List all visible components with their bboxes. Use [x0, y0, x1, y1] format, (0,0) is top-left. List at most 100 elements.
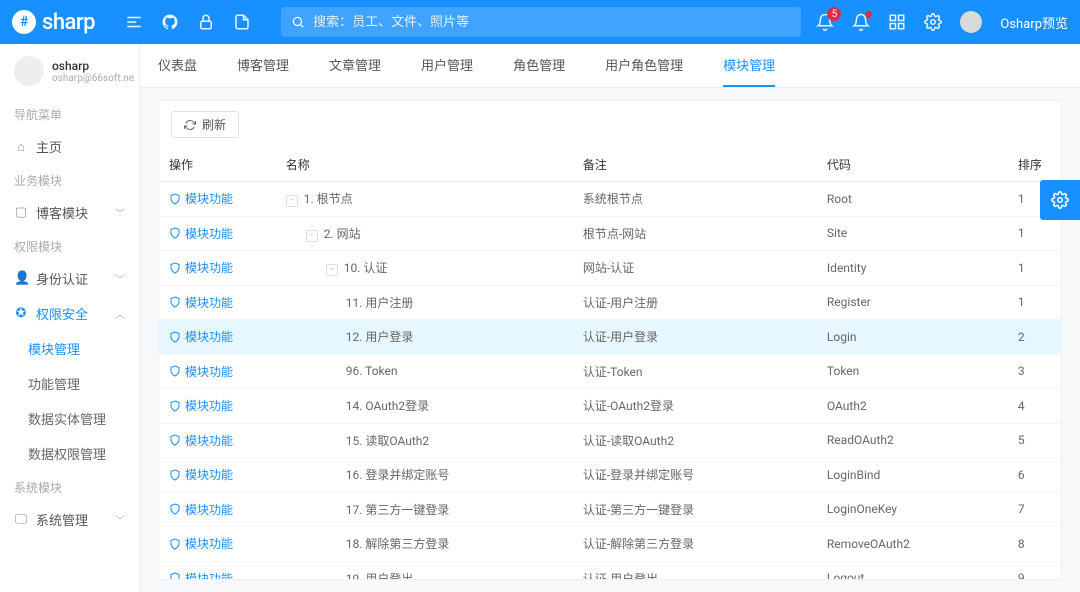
cell-code: Logout — [817, 561, 1008, 579]
alert-bell-icon[interactable] — [852, 13, 870, 31]
tab-5[interactable]: 用户角色管理 — [605, 44, 683, 87]
tab-6[interactable]: 模块管理 — [723, 44, 775, 87]
tab-4[interactable]: 角色管理 — [513, 44, 565, 87]
user-avatar[interactable] — [960, 11, 982, 33]
nav-system[interactable]: 🖵系统管理﹀ — [0, 502, 139, 537]
tab-1[interactable]: 博客管理 — [237, 44, 289, 87]
module-function-link[interactable]: 模块功能 — [169, 397, 233, 414]
tab-2[interactable]: 文章管理 — [329, 44, 381, 87]
module-function-link[interactable]: 模块功能 — [169, 328, 233, 345]
card-toolbar: 刷新 — [159, 101, 1061, 148]
cell-code: RemoveOAuth2 — [817, 527, 1008, 562]
collapse-icon[interactable]: − — [326, 264, 338, 276]
nav-security[interactable]: ✪权限安全︿ — [0, 296, 139, 331]
shield-icon — [169, 469, 181, 481]
table-row[interactable]: 模块功能96. Token认证-TokenToken3 — [159, 354, 1061, 389]
nav-data-mgmt[interactable]: 数据权限管理 — [0, 436, 139, 471]
shield-icon — [169, 262, 181, 274]
search-box[interactable] — [281, 7, 801, 37]
topbar: # sharp 5 Osharp预览 — [0, 0, 1080, 44]
shield-icon — [169, 331, 181, 343]
profile-email: osharp@66soft.ne — [52, 73, 134, 84]
table-row[interactable]: 模块功能−1. 根节点系统根节点Root1 — [159, 182, 1061, 217]
table-row[interactable]: 模块功能11. 用户注册认证-用户注册Register1 — [159, 285, 1061, 320]
menu-toggle-icon[interactable] — [125, 13, 143, 31]
module-function-link[interactable]: 模块功能 — [169, 190, 233, 207]
cell-remark: 认证-用户登出 — [573, 561, 817, 579]
th-code: 代码 — [817, 148, 1008, 182]
brand-logo[interactable]: # sharp — [12, 10, 95, 35]
github-icon[interactable] — [161, 13, 179, 31]
table-header-row: 操作 名称 备注 代码 排序 — [159, 148, 1061, 182]
tab-0[interactable]: 仪表盘 — [158, 44, 197, 87]
logo-badge-icon: # — [12, 10, 36, 34]
chevron-down-icon: ﹀ — [115, 205, 125, 220]
cell-sort: 9 — [1008, 561, 1061, 579]
module-function-link[interactable]: 模块功能 — [169, 466, 233, 483]
settings-gear-icon[interactable] — [924, 13, 942, 31]
table-row[interactable]: 模块功能16. 登录并绑定账号认证-登录并绑定账号LoginBind6 — [159, 458, 1061, 493]
user-name-label[interactable]: Osharp预览 — [1000, 13, 1068, 32]
cell-sort: 6 — [1008, 458, 1061, 493]
notification-count-badge: 5 — [827, 7, 841, 21]
table-row[interactable]: 模块功能−2. 网站根节点-网站Site1 — [159, 216, 1061, 251]
chevron-down-icon: ﹀ — [115, 271, 125, 286]
cell-code: Identity — [817, 251, 1008, 286]
module-function-link[interactable]: 模块功能 — [169, 363, 233, 380]
module-function-link[interactable]: 模块功能 — [169, 259, 233, 276]
table-row[interactable]: 模块功能18. 解除第三方登录认证-解除第三方登录RemoveOAuth28 — [159, 527, 1061, 562]
nav-entity-mgmt[interactable]: 数据实体管理 — [0, 401, 139, 436]
table-row[interactable]: 模块功能14. OAuth2登录认证-OAuth2登录OAuth24 — [159, 389, 1061, 424]
nav-func-label: 功能管理 — [28, 374, 80, 393]
notification-bell-icon[interactable]: 5 — [816, 13, 834, 31]
nav-blog[interactable]: ▢ 博客模块 ﹀ — [0, 195, 139, 230]
collapse-icon[interactable]: − — [286, 195, 298, 207]
nav-blog-label: 博客模块 — [36, 203, 88, 222]
table-row[interactable]: 模块功能17. 第三方一键登录认证-第三方一键登录LoginOneKey7 — [159, 492, 1061, 527]
cell-code: Login — [817, 320, 1008, 355]
shield-icon — [169, 296, 181, 308]
module-function-link[interactable]: 模块功能 — [169, 294, 233, 311]
shield-icon — [169, 365, 181, 377]
module-function-link[interactable]: 模块功能 — [169, 535, 233, 552]
gear-icon — [1051, 191, 1069, 209]
nav-section-label: 导航菜单 — [0, 98, 139, 129]
topbar-icon-group — [125, 13, 251, 31]
table-row[interactable]: 模块功能12. 用户登录认证-用户登录Login2 — [159, 320, 1061, 355]
module-function-link[interactable]: 模块功能 — [169, 501, 233, 518]
module-function-link[interactable]: 模块功能 — [169, 225, 233, 242]
cell-remark: 根节点-网站 — [573, 216, 817, 251]
nav-func-mgmt[interactable]: 功能管理 — [0, 366, 139, 401]
box-icon: ▢ — [14, 205, 28, 220]
nav-section-label: 权限模块 — [0, 230, 139, 261]
cell-sort: 2 — [1008, 320, 1061, 355]
collapse-icon[interactable]: − — [306, 230, 318, 242]
document-icon[interactable] — [233, 13, 251, 31]
module-function-link[interactable]: 模块功能 — [169, 570, 233, 580]
cell-remark: 认证-登录并绑定账号 — [573, 458, 817, 493]
apps-grid-icon[interactable] — [888, 13, 906, 31]
shield-icon — [169, 434, 181, 446]
tab-3[interactable]: 用户管理 — [421, 44, 473, 87]
settings-fab[interactable] — [1040, 180, 1080, 220]
tab-bar: 仪表盘 博客管理文章管理用户管理角色管理用户角色管理模块管理 — [140, 44, 1080, 88]
sidebar: osharp osharp@66soft.ne 导航菜单 ⌂主页 业务模块 ▢ 博… — [0, 44, 140, 592]
alert-dot — [865, 11, 872, 18]
th-remark: 备注 — [573, 148, 817, 182]
nav-home[interactable]: ⌂主页 — [0, 129, 139, 164]
table-row[interactable]: 模块功能19. 用户登出认证-用户登出Logout9 — [159, 561, 1061, 579]
refresh-button[interactable]: 刷新 — [171, 111, 239, 138]
refresh-label: 刷新 — [202, 116, 226, 133]
cell-remark: 认证-解除第三方登录 — [573, 527, 817, 562]
nav-module-mgmt[interactable]: 模块管理 — [0, 331, 139, 366]
lock-icon[interactable] — [197, 13, 215, 31]
nav-section-label: 业务模块 — [0, 164, 139, 195]
cell-code: OAuth2 — [817, 389, 1008, 424]
module-function-link[interactable]: 模块功能 — [169, 432, 233, 449]
table-row[interactable]: 模块功能−10. 认证网站-认证Identity1 — [159, 251, 1061, 286]
table-row[interactable]: 模块功能15. 读取OAuth2认证-读取OAuth2ReadOAuth25 — [159, 423, 1061, 458]
search-input[interactable] — [313, 15, 791, 30]
profile-block[interactable]: osharp osharp@66soft.ne — [0, 44, 139, 98]
cell-remark: 认证-Token — [573, 354, 817, 389]
nav-identity[interactable]: 👤身份认证﹀ — [0, 261, 139, 296]
